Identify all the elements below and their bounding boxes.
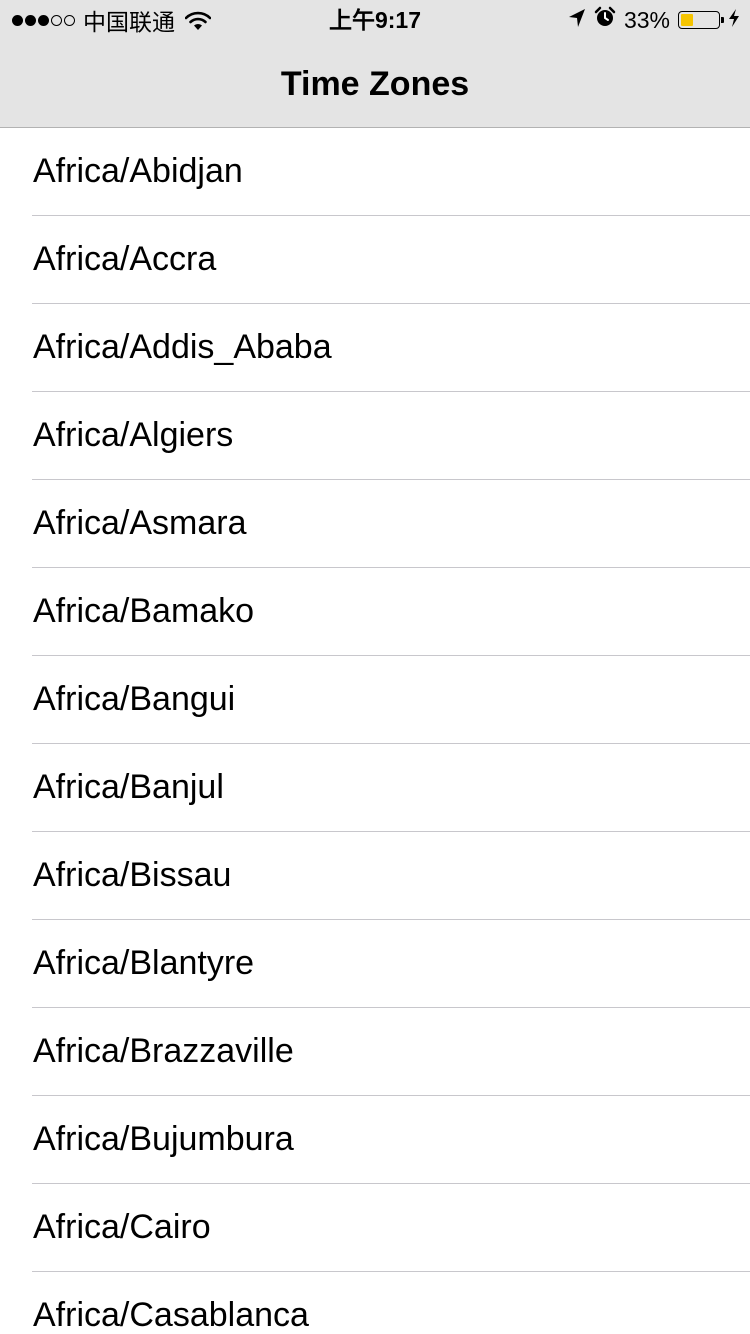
- list-item[interactable]: Africa/Bissau: [0, 832, 750, 920]
- time-zone-label: Africa/Algiers: [33, 416, 234, 454]
- time-zone-label: Africa/Banjul: [33, 768, 224, 806]
- time-zone-label: Africa/Bissau: [33, 856, 232, 894]
- time-zone-label: Africa/Bangui: [33, 680, 236, 718]
- charging-bolt-icon: [728, 7, 740, 34]
- list-item[interactable]: Africa/Casablanca: [0, 1272, 750, 1334]
- list-item[interactable]: Africa/Addis_Ababa: [0, 304, 750, 392]
- list-item[interactable]: Africa/Cairo: [0, 1184, 750, 1272]
- list-item[interactable]: Africa/Abidjan: [0, 128, 750, 216]
- time-zone-label: Africa/Brazzaville: [33, 1032, 294, 1070]
- alarm-icon: [594, 6, 616, 34]
- time-zone-label: Africa/Bamako: [33, 592, 255, 630]
- time-zone-label: Africa/Bujumbura: [33, 1120, 294, 1158]
- location-arrow-icon: [568, 7, 586, 34]
- page-title: Time Zones: [280, 65, 470, 103]
- list-item[interactable]: Africa/Algiers: [0, 392, 750, 480]
- battery-tip: [721, 17, 724, 23]
- list-item[interactable]: Africa/Blantyre: [0, 920, 750, 1008]
- battery-percent: 33%: [623, 6, 670, 33]
- time-zone-label: Africa/Accra: [33, 240, 217, 278]
- list-item[interactable]: Africa/Asmara: [0, 480, 750, 568]
- list-item[interactable]: Africa/Bamako: [0, 568, 750, 656]
- list-item[interactable]: Africa/Bujumbura: [0, 1096, 750, 1184]
- battery-icon: [678, 11, 724, 29]
- time-zone-label: Africa/Cairo: [33, 1208, 211, 1246]
- time-zone-label: Africa/Addis_Ababa: [33, 328, 332, 366]
- status-bar: 中国联通 上午9:17 33%: [0, 0, 750, 40]
- time-zone-label: Africa/Casablanca: [33, 1296, 309, 1334]
- time-zone-label: Africa/Asmara: [33, 504, 247, 542]
- time-zone-list: Africa/Abidjan Africa/Accra Africa/Addis_A…: [0, 128, 750, 1334]
- list-item[interactable]: Africa/Brazzaville: [0, 1008, 750, 1096]
- list-item[interactable]: Africa/Bangui: [0, 656, 750, 744]
- status-right: 33%: [568, 0, 740, 40]
- list-item[interactable]: Africa/Banjul: [0, 744, 750, 832]
- screen: 中国联通 上午9:17 33% Time Zones Africa/Abidja…: [0, 0, 750, 1334]
- battery-fill: [681, 14, 693, 26]
- time-zone-label: Africa/Abidjan: [33, 152, 243, 190]
- navigation-bar: Time Zones: [0, 40, 750, 128]
- list-item[interactable]: Africa/Accra: [0, 216, 750, 304]
- time-zone-label: Africa/Blantyre: [33, 944, 255, 982]
